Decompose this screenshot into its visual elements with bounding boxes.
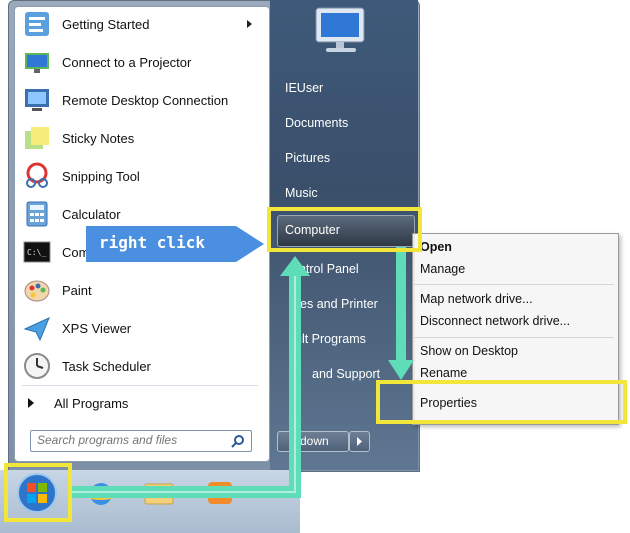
highlight-computer (267, 207, 422, 252)
guide-arrow-start-to-computer (68, 270, 301, 498)
arrow-head-up (280, 256, 310, 276)
annotation-arrows (68, 226, 414, 498)
highlight-start-button (4, 463, 72, 522)
arrow-head-down (388, 360, 414, 380)
right-click-label: right click (99, 233, 205, 252)
highlight-properties (376, 380, 627, 424)
